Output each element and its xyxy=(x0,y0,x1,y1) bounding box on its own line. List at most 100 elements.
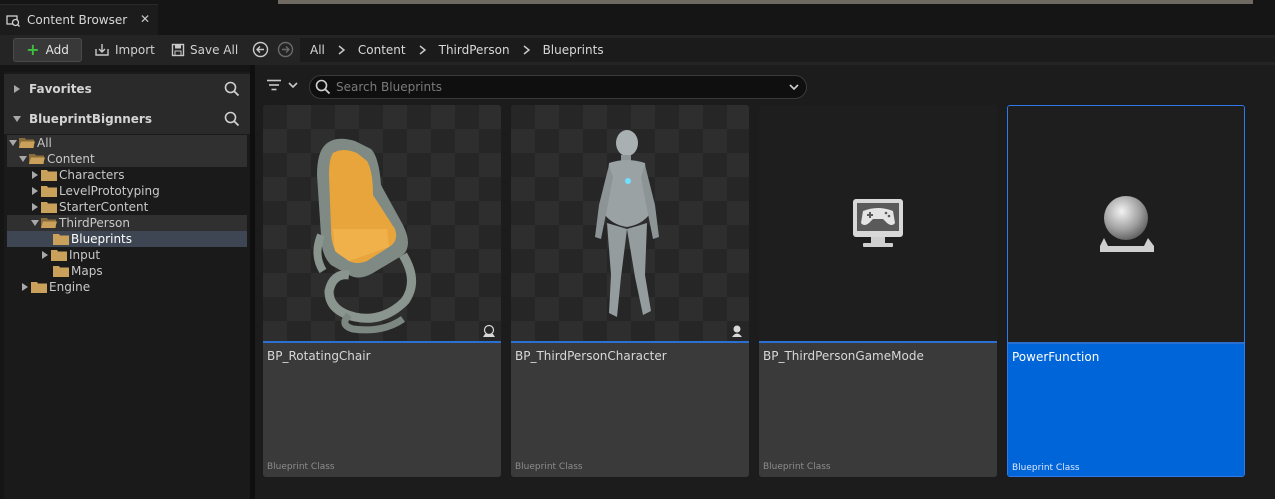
asset-info: PowerFunction Blueprint Class xyxy=(1008,344,1244,476)
favorites-header[interactable]: Favorites xyxy=(4,74,250,104)
asset-type: Blueprint Class xyxy=(515,462,583,472)
asset-type: Blueprint Class xyxy=(1012,463,1080,473)
actor-sphere-thumbnail xyxy=(1008,106,1244,342)
project-header[interactable]: BlueprintBignners xyxy=(4,104,250,134)
chevron-right-icon[interactable] xyxy=(338,45,345,55)
folder-icon xyxy=(41,202,57,213)
asset-type: Blueprint Class xyxy=(267,462,335,472)
add-button-label: Add xyxy=(45,43,69,57)
search-icon[interactable] xyxy=(224,111,240,127)
toolbar: + Add Import Save All All Content ThirdP… xyxy=(0,35,1275,65)
tab-strip: Content Browser ✕ xyxy=(0,0,1275,35)
tab-close-icon[interactable]: ✕ xyxy=(140,12,150,26)
asset-view: BP_RotatingChair Blueprint Class BP_Thir… xyxy=(255,65,1275,499)
asset-info: BP_ThirdPersonGameMode Blueprint Class xyxy=(759,343,997,477)
game-mode-icon xyxy=(853,199,903,247)
breadcrumb: All Content ThirdPerson Blueprints xyxy=(300,38,1275,62)
folder-icon xyxy=(31,282,47,293)
asset-tile[interactable]: BP_ThirdPersonGameMode Blueprint Class xyxy=(759,105,997,477)
asset-name: BP_ThirdPersonCharacter xyxy=(515,349,667,363)
chevron-right-icon[interactable] xyxy=(419,45,426,55)
folder-open-icon xyxy=(29,154,45,164)
asset-info: BP_RotatingChair Blueprint Class xyxy=(263,343,501,477)
tree-item-content[interactable]: Content xyxy=(7,151,247,167)
tree-item-startercontent[interactable]: StarterContent xyxy=(7,199,247,215)
import-icon xyxy=(95,44,109,56)
history-back-icon[interactable] xyxy=(252,41,269,58)
collapse-arrow-icon[interactable] xyxy=(19,155,27,163)
tree-item-engine[interactable]: Engine xyxy=(7,279,247,295)
breadcrumb-content[interactable]: Content xyxy=(358,43,406,57)
asset-name: BP_ThirdPersonGameMode xyxy=(763,349,924,363)
expand-arrow-icon[interactable] xyxy=(31,187,39,195)
tree-item-blueprints[interactable]: Blueprints xyxy=(7,231,247,247)
chevron-down-icon xyxy=(288,82,298,89)
tree-item-all[interactable]: All xyxy=(7,135,247,151)
tree-item-label: Engine xyxy=(49,280,91,294)
asset-type: Blueprint Class xyxy=(763,462,831,472)
asset-tile[interactable]: BP_RotatingChair Blueprint Class xyxy=(263,105,501,477)
tree-item-label: ThirdPerson xyxy=(59,216,130,230)
folder-icon xyxy=(41,186,57,197)
breadcrumb-all[interactable]: All xyxy=(310,43,325,57)
asset-name: BP_RotatingChair xyxy=(267,349,371,363)
import-button[interactable]: Import xyxy=(94,38,155,62)
folder-icon xyxy=(53,234,69,245)
sources-panel: Favorites BlueprintBignners All Content xyxy=(4,72,250,499)
folder-open-icon xyxy=(41,218,57,228)
breadcrumb-thirdperson[interactable]: ThirdPerson xyxy=(439,43,510,57)
character-icon xyxy=(732,325,742,337)
tree-item-label: Content xyxy=(47,152,95,166)
tree-item-label: Blueprints xyxy=(71,232,133,246)
import-button-label: Import xyxy=(115,43,155,57)
favorites-title: Favorites xyxy=(29,82,92,96)
content-browser-icon xyxy=(6,13,20,27)
add-button[interactable]: + Add xyxy=(13,38,82,62)
tree-item-label: LevelPrototyping xyxy=(59,184,160,198)
expand-arrow-icon[interactable] xyxy=(31,203,39,211)
tree-item-thirdperson[interactable]: ThirdPerson xyxy=(7,215,247,231)
filter-button[interactable] xyxy=(267,79,299,91)
actor-icon xyxy=(483,324,495,337)
tree-item-label: StarterContent xyxy=(59,200,149,214)
breadcrumb-blueprints[interactable]: Blueprints xyxy=(543,43,604,57)
tree-item-label: Input xyxy=(69,248,101,262)
expand-arrow-icon[interactable] xyxy=(21,283,29,291)
mannequin-thumbnail xyxy=(511,105,749,341)
chair-thumbnail xyxy=(263,105,501,341)
asset-name: PowerFunction xyxy=(1012,350,1100,364)
tree-item-characters[interactable]: Characters xyxy=(7,167,247,183)
expand-arrow-icon[interactable] xyxy=(13,85,21,93)
collapse-arrow-icon[interactable] xyxy=(13,115,21,123)
tree-item-label: All xyxy=(37,136,52,150)
tree-item-label: Maps xyxy=(71,264,103,278)
asset-tile-selected[interactable]: PowerFunction Blueprint Class xyxy=(1007,105,1245,477)
tree-item-input[interactable]: Input xyxy=(7,247,247,263)
tree-item-levelprototyping[interactable]: LevelPrototyping xyxy=(7,183,247,199)
filter-icon xyxy=(267,79,281,91)
collapse-arrow-icon[interactable] xyxy=(9,139,17,147)
game-mode-thumbnail xyxy=(759,105,997,341)
asset-tile[interactable]: BP_ThirdPersonCharacter Blueprint Class xyxy=(511,105,749,477)
plus-icon: + xyxy=(26,40,40,59)
expand-arrow-icon[interactable] xyxy=(41,251,49,259)
search-icon[interactable] xyxy=(224,81,240,97)
folder-open-icon xyxy=(19,138,35,148)
tab-title: Content Browser xyxy=(27,13,128,27)
tree-item-label: Characters xyxy=(59,168,125,182)
expand-arrow-icon[interactable] xyxy=(31,171,39,179)
asset-info: BP_ThirdPersonCharacter Blueprint Class xyxy=(511,343,749,477)
search-input[interactable] xyxy=(336,80,776,94)
collapse-arrow-icon[interactable] xyxy=(31,219,39,227)
history-forward-icon[interactable] xyxy=(277,41,294,58)
actor-sphere-icon xyxy=(1100,196,1154,252)
tree-item-maps[interactable]: Maps xyxy=(7,263,247,279)
save-all-button-label: Save All xyxy=(190,43,239,57)
folder-icon xyxy=(51,250,67,261)
chevron-down-icon[interactable] xyxy=(788,83,800,91)
search-field[interactable] xyxy=(309,75,807,99)
project-title: BlueprintBignners xyxy=(29,112,152,126)
tab-content-browser[interactable]: Content Browser ✕ xyxy=(0,4,158,35)
save-all-button[interactable]: Save All xyxy=(171,38,238,62)
chevron-right-icon[interactable] xyxy=(523,45,530,55)
